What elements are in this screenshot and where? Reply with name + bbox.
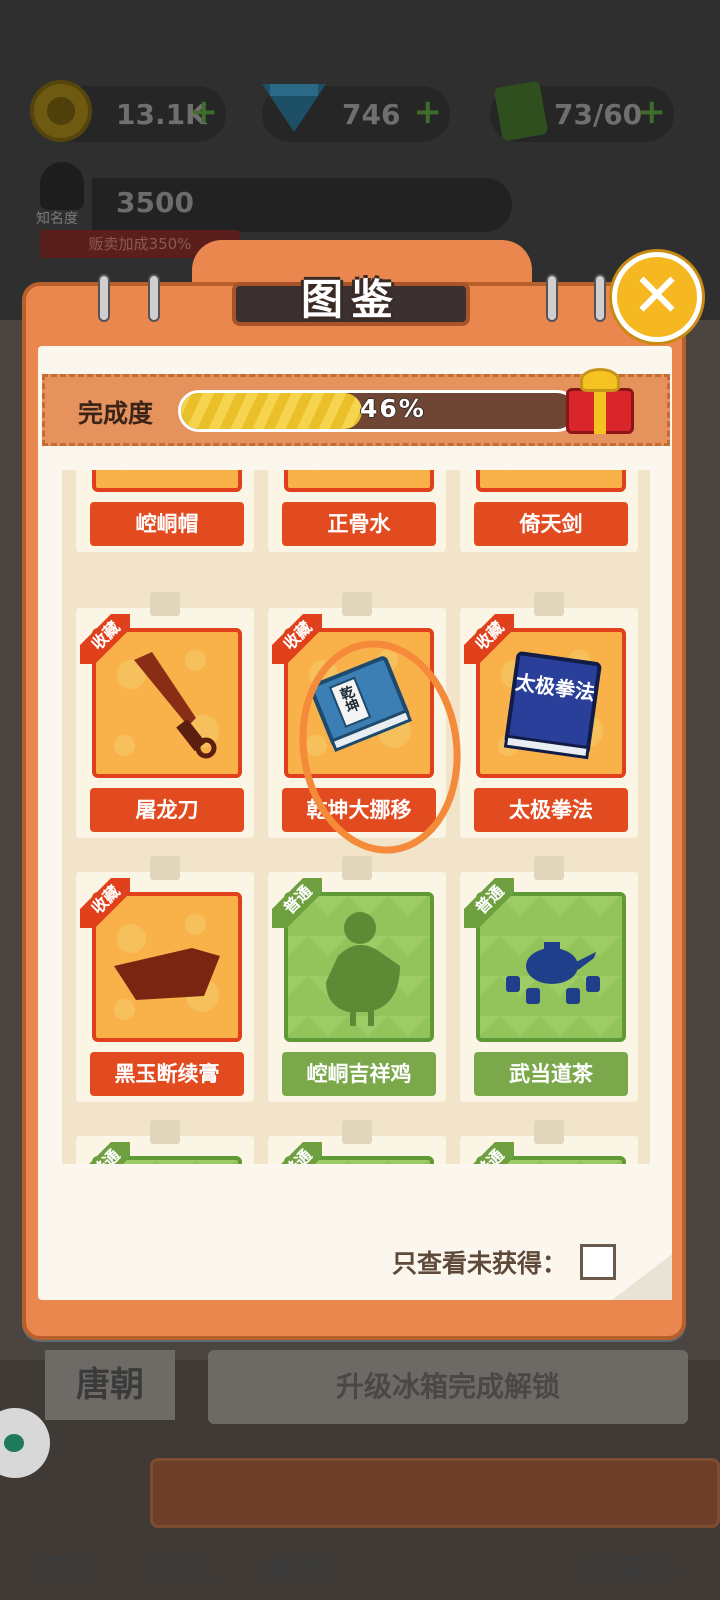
filter-unobtained-checkbox[interactable] [580,1244,616,1280]
collection-card[interactable]: 崆峒帽 [76,470,254,552]
rarity-tag: 收藏 [80,878,130,928]
collection-card[interactable]: 普通 崆峒吉祥鸡 [268,856,446,1102]
collection-card[interactable]: 收藏 黑玉断续膏 [76,856,254,1102]
item-name: 正骨水 [282,502,436,546]
binder-ring-icon [98,274,110,322]
modal-title: 图鉴 [300,275,401,324]
item-art [92,470,242,492]
progress-fill [181,393,362,429]
progress-percent: 46% [360,394,426,423]
card-clip [150,592,180,616]
card-clip [534,592,564,616]
energy-value: 73/60 [554,98,643,131]
gift-bow [580,368,620,392]
fame-value: 3500 [116,186,194,219]
rarity-tag: 普通 [272,1142,322,1164]
nav-market[interactable]: 集市 [270,1546,330,1590]
rarity-tag: 收藏 [272,614,322,664]
rarity-tag: 普通 [464,878,514,928]
collection-card[interactable]: 倚天剑 [460,470,638,552]
card-clip [342,856,372,880]
bottom-strip [150,1458,720,1528]
rarity-tag: 普通 [80,1142,130,1164]
card-clip [342,1120,372,1144]
binder-ring-icon [594,274,606,322]
nav-outdoor[interactable]: 去室外 [584,1546,674,1590]
rarity-tag: 普通 [272,878,322,928]
nav-backpack[interactable]: 背包 [150,1546,210,1590]
avatar-icon [40,162,84,210]
collection-card[interactable]: 普通 武当道茶 [460,856,638,1102]
item-name: 武当道茶 [474,1052,628,1096]
era-label: 唐朝 [45,1350,175,1420]
item-name: 崆峒吉祥鸡 [282,1052,436,1096]
collection-card[interactable]: 太极拳法 收藏 太极拳法 [460,592,638,838]
progress-label: 完成度 [78,399,154,428]
diamond-value: 746 [342,98,401,131]
item-name: 屠龙刀 [90,788,244,832]
collection-card[interactable]: 普通 [460,1120,638,1164]
binder-ring-icon [148,274,160,322]
battery-icon [493,80,549,142]
gold-add-button[interactable]: + [190,92,219,132]
collection-card[interactable]: 正骨水 [268,470,446,552]
filter-unobtained-label: 只查看未获得： [392,1249,568,1278]
card-clip [534,856,564,880]
card-clip [150,1120,180,1144]
collection-card[interactable]: 普通 [268,1120,446,1164]
card-clip [534,1120,564,1144]
gift-reward-button[interactable] [566,368,634,434]
rarity-tag: 收藏 [80,614,130,664]
energy-add-button[interactable]: + [638,92,667,132]
card-clip [150,856,180,880]
unlock-hint: 升级冰箱完成解锁 [208,1350,688,1424]
item-art [284,470,434,492]
coin-icon [30,80,92,142]
close-icon: ✕ [631,261,683,331]
collection-card[interactable]: 普通 [76,1120,254,1164]
fame-label: 知名度 [36,211,78,227]
item-name: 崆峒帽 [90,502,244,546]
card-clip [342,592,372,616]
nav-menu[interactable]: 菜单 [34,1546,94,1590]
item-name: 倚天剑 [474,502,628,546]
collection-card[interactable]: 收藏 屠龙刀 [76,592,254,838]
rarity-tag: 收藏 [464,614,514,664]
diamond-icon-top [270,84,318,96]
diamond-add-button[interactable]: + [414,92,443,132]
item-name: 太极拳法 [474,788,628,832]
close-button[interactable]: ✕ [612,252,702,342]
gift-ribbon [594,388,606,434]
rarity-tag: 普通 [464,1142,514,1164]
binder-ring-icon [546,274,558,322]
item-art [476,470,626,492]
item-name: 黑玉断续膏 [90,1052,244,1096]
